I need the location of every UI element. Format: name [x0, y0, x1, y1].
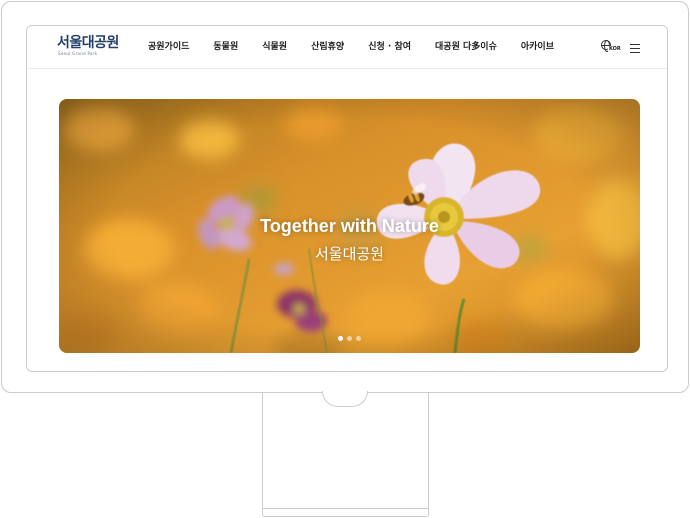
- site-header: 서울대공원 Seoul Grand Park 공원가이드 동물원 식물원 산림휴…: [27, 26, 667, 69]
- monitor-stand: [262, 393, 429, 510]
- site-logo[interactable]: 서울대공원 Seoul Grand Park: [57, 36, 119, 57]
- carousel-pagination: [59, 336, 640, 341]
- monitor-frame: 서울대공원 Seoul Grand Park 공원가이드 동물원 식물원 산림휴…: [1, 1, 689, 393]
- hero-title: Together with Nature: [260, 216, 439, 236]
- nav-item-archive[interactable]: 아카이브: [521, 42, 554, 53]
- carousel-dot-3[interactable]: [356, 336, 361, 341]
- website-screen: 서울대공원 Seoul Grand Park 공원가이드 동물원 식물원 산림휴…: [26, 25, 668, 372]
- nav-item-park-guide[interactable]: 공원가이드: [148, 42, 189, 53]
- logo-subtitle: Seoul Grand Park: [58, 51, 98, 56]
- hamburger-menu-icon[interactable]: [630, 44, 640, 53]
- logo-text: 서울대공원: [57, 35, 119, 51]
- nav-item-park-issues[interactable]: 대공원 다多이슈: [435, 42, 497, 53]
- hero-subtitle: 서울대공원: [314, 245, 384, 263]
- nav-item-zoo[interactable]: 동물원: [213, 42, 238, 53]
- hero-banner: Together with Nature 서울대공원: [59, 99, 640, 353]
- nav-item-botanical-garden[interactable]: 식물원: [262, 42, 287, 53]
- nav-item-apply-participate[interactable]: 신청 · 참여: [368, 42, 411, 53]
- main-nav: 공원가이드 동물원 식물원 산림휴양 신청 · 참여 대공원 다多이슈 아카이브: [148, 42, 578, 53]
- carousel-dot-2[interactable]: [347, 336, 352, 341]
- language-selector[interactable]: KOR: [601, 40, 622, 54]
- language-label: KOR: [608, 46, 622, 52]
- monitor-stand-base: [262, 508, 429, 517]
- nav-item-forest-recreation[interactable]: 산림휴양: [311, 42, 344, 53]
- carousel-dot-1[interactable]: [338, 336, 343, 341]
